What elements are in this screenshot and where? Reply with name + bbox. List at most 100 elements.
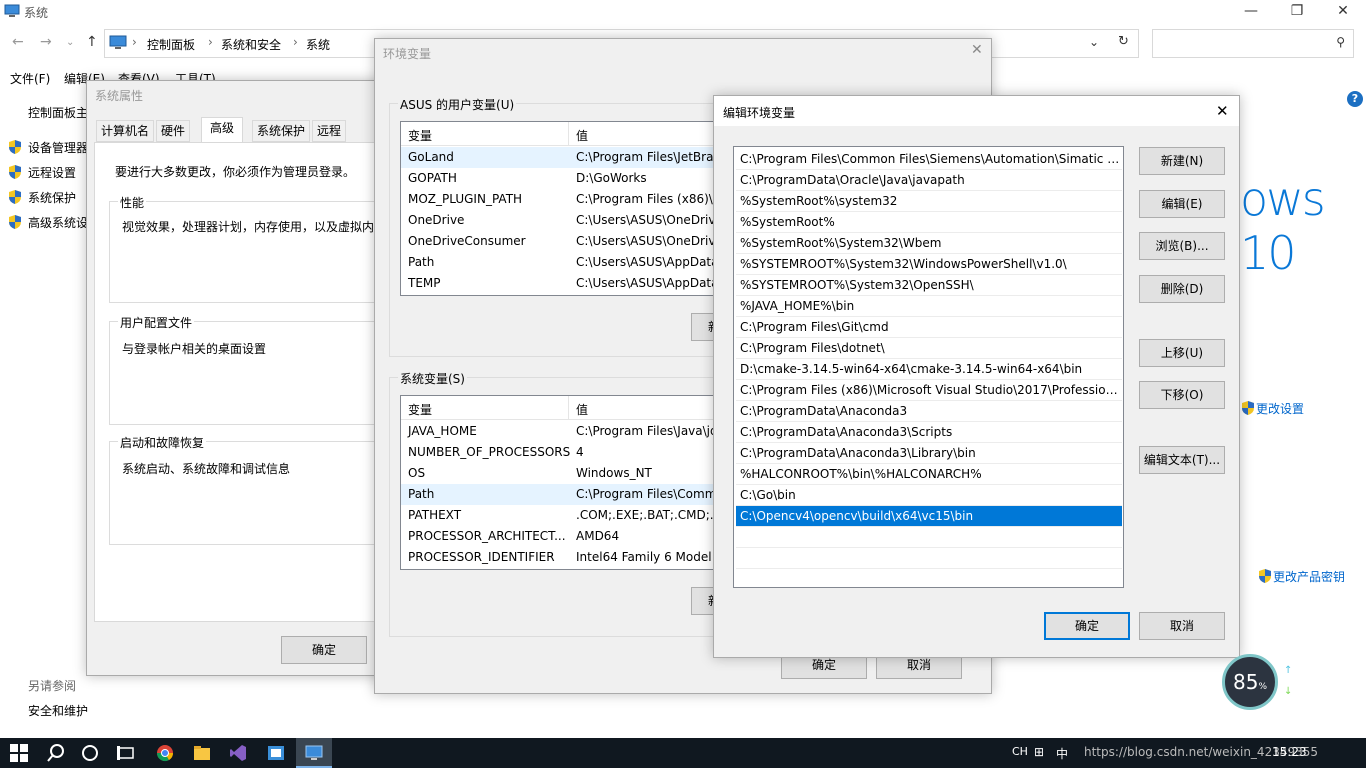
tab-computer-name[interactable]: 计算机名 (96, 120, 155, 142)
variable-value: Windows_NT (576, 466, 652, 480)
table-row[interactable]: Path C:\Users\ASUS\AppData (401, 252, 739, 273)
cortana-icon[interactable] (80, 743, 100, 763)
close-icon[interactable]: ✕ (971, 42, 983, 58)
file-explorer-icon[interactable] (192, 743, 212, 763)
list-item[interactable]: %SYSTEMROOT%\System32\WindowsPowerShell\… (736, 254, 1122, 275)
delete-button[interactable]: 删除(D) (1139, 275, 1225, 303)
breadcrumb-system-security[interactable]: 系统和安全 (221, 36, 281, 53)
move-up-button[interactable]: 上移(U) (1139, 339, 1225, 367)
list-item[interactable]: C:\ProgramData\Anaconda3\Library\bin (736, 443, 1122, 464)
search-input[interactable]: ⚲ (1152, 29, 1354, 58)
menu-file[interactable]: 文件(F) (10, 70, 50, 87)
tab-system-protection[interactable]: 系统保护 (252, 120, 311, 142)
shield-icon (9, 190, 21, 204)
restore-button[interactable]: ❐ (1274, 0, 1320, 24)
move-down-button[interactable]: 下移(O) (1139, 381, 1225, 409)
table-row[interactable]: JAVA_HOME C:\Program Files\Java\jd (401, 421, 739, 442)
visual-studio-icon[interactable] (228, 743, 248, 763)
breadcrumb-system[interactable]: 系统 (306, 36, 330, 53)
active-app-slot[interactable] (296, 738, 332, 768)
list-item[interactable]: C:\Program Files\Git\cmd (736, 317, 1122, 338)
table-row[interactable]: PROCESSOR_ARCHITECT... AMD64 (401, 526, 739, 547)
column-value: 值 (576, 129, 589, 143)
control-panel-home-link[interactable]: 控制面板主 (28, 104, 88, 121)
new-button[interactable]: 新建(N) (1139, 147, 1225, 175)
startup-recovery-label: 启动和故障恢复 (118, 434, 207, 451)
list-item[interactable]: D:\cmake-3.14.5-win64-x64\cmake-3.14.5-w… (736, 359, 1122, 380)
list-item[interactable]: C:\ProgramData\Oracle\Java\javapath (736, 170, 1122, 191)
windows-start-icon[interactable] (10, 744, 28, 762)
empty-list-item[interactable] (736, 527, 1122, 548)
table-row[interactable]: GOPATH D:\GoWorks (401, 168, 739, 189)
list-item[interactable]: C:\Program Files\Common Files\Siemens\Au… (736, 149, 1122, 170)
change-settings-link[interactable]: 更改设置 (1241, 400, 1304, 417)
table-row[interactable]: OneDrive C:\Users\ASUS\OneDriv (401, 210, 739, 231)
upload-arrow-icon: ↑ (1284, 665, 1293, 676)
table-row[interactable]: TEMP C:\Users\ASUS\AppData (401, 273, 739, 294)
table-row[interactable]: GoLand C:\Program Files\JetBra (401, 147, 739, 168)
list-item[interactable]: %SystemRoot% (736, 212, 1122, 233)
security-maintenance-link[interactable]: 安全和维护 (28, 702, 88, 719)
list-item[interactable]: C:\ProgramData\Anaconda3 (736, 401, 1122, 422)
taskbar: CH ⊞ 中 https://blog.csdn.net/weixin_4234… (0, 738, 1366, 768)
breadcrumb-control-panel[interactable]: 控制面板 (147, 36, 195, 53)
table-row[interactable]: OS Windows_NT (401, 463, 739, 484)
edit-cancel-button[interactable]: 取消 (1139, 612, 1225, 640)
windows-10-logo: ows 10 (1240, 172, 1326, 280)
list-item[interactable]: %HALCONROOT%\bin\%HALCONARCH% (736, 464, 1122, 485)
sidebar-item-remote-settings[interactable]: 远程设置 (8, 164, 76, 181)
task-view-icon[interactable] (116, 743, 136, 763)
list-item[interactable]: %SystemRoot%\System32\Wbem (736, 233, 1122, 254)
table-row[interactable]: PROCESSOR_IDENTIFIER Intel64 Family 6 Mod… (401, 547, 739, 568)
app-icon[interactable] (266, 743, 286, 763)
clock[interactable]: 15:23 (1272, 745, 1307, 759)
list-item[interactable]: C:\Program Files\dotnet\ (736, 338, 1122, 359)
sidebar-item-advanced-settings[interactable]: 高级系统设 (8, 214, 88, 231)
performance-desc: 视觉效果，处理器计划，内存使用，以及虚拟内 (122, 220, 375, 234)
table-row[interactable]: OneDriveConsumer C:\Users\ASUS\OneDriv (401, 231, 739, 252)
refresh-icon[interactable]: ↻ (1118, 34, 1129, 49)
table-row[interactable]: MOZ_PLUGIN_PATH C:\Program Files (x86)\F (401, 189, 739, 210)
list-item[interactable]: %SYSTEMROOT%\System32\OpenSSH\ (736, 275, 1122, 296)
browse-button[interactable]: 浏览(B)... (1139, 232, 1225, 260)
input-method-indicator[interactable]: CH (1012, 745, 1028, 758)
help-icon[interactable]: ? (1347, 91, 1363, 107)
tab-panel: 要进行大多数更改，你必须作为管理员登录。 性能 视觉效果，处理器计划，内存使用，… (94, 142, 389, 622)
close-button[interactable]: ✕ (1320, 0, 1366, 24)
list-item[interactable]: C:\Go\bin (736, 485, 1122, 506)
sidebar-item-device-manager[interactable]: 设备管理器 (8, 139, 88, 156)
change-product-key-link[interactable]: 更改产品密钥 (1258, 568, 1345, 585)
minimize-button[interactable]: — (1228, 0, 1274, 24)
close-icon[interactable]: ✕ (1216, 102, 1229, 120)
tab-advanced[interactable]: 高级 (201, 117, 244, 143)
back-arrow-icon[interactable]: ← (12, 34, 24, 50)
sidebar-item-system-protection[interactable]: 系统保护 (8, 189, 76, 206)
variable-name: TEMP (408, 276, 441, 290)
chrome-icon[interactable] (155, 743, 175, 763)
list-item[interactable]: C:\Program Files (x86)\Microsoft Visual … (736, 380, 1122, 401)
edit-text-button[interactable]: 编辑文本(T)... (1139, 446, 1225, 474)
list-item[interactable]: %JAVA_HOME%\bin (736, 296, 1122, 317)
list-item[interactable]: %SystemRoot%\system32 (736, 191, 1122, 212)
edit-ok-button[interactable]: 确定 (1044, 612, 1130, 640)
ime-mode[interactable]: 中 (1056, 745, 1068, 762)
dropdown-chevron-icon[interactable]: ⌄ (1089, 35, 1099, 49)
tab-remote[interactable]: 远程 (312, 120, 347, 142)
tab-hardware[interactable]: 硬件 (156, 120, 191, 142)
forward-arrow-icon[interactable]: → (40, 34, 52, 50)
network-monitor-widget[interactable]: 85% ↑ 1 K/s ↓ 32.8 K/s (1222, 654, 1362, 710)
path-entries-list[interactable]: C:\Program Files\Common Files\Siemens\Au… (733, 146, 1124, 588)
list-item[interactable]: C:\Opencv4\opencv\build\x64\vc15\bin (736, 506, 1122, 527)
keyboard-icon[interactable]: ⊞ (1034, 745, 1044, 759)
edit-button[interactable]: 编辑(E) (1139, 190, 1225, 218)
empty-list-item[interactable] (736, 548, 1122, 569)
search-icon[interactable] (46, 743, 66, 763)
sysprops-ok-button[interactable]: 确定 (281, 636, 367, 664)
variable-name: OS (408, 466, 426, 480)
table-row[interactable]: PATHEXT .COM;.EXE;.BAT;.CMD;.V (401, 505, 739, 526)
up-arrow-icon[interactable]: ↑ (86, 34, 98, 50)
list-item[interactable]: C:\ProgramData\Anaconda3\Scripts (736, 422, 1122, 443)
table-row[interactable]: NUMBER_OF_PROCESSORS 4 (401, 442, 739, 463)
chevron-down-icon[interactable]: ⌄ (66, 37, 74, 48)
table-row[interactable]: Path C:\Program Files\Comm (401, 484, 739, 505)
